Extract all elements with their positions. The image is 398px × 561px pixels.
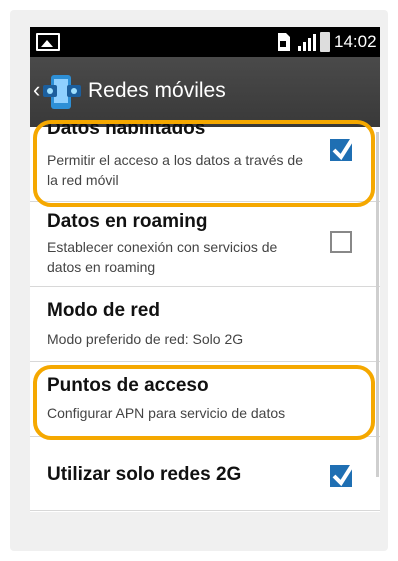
image-icon bbox=[36, 33, 60, 51]
checkbox-datos-habilitados[interactable] bbox=[330, 136, 355, 161]
page-title: Redes móviles bbox=[88, 79, 226, 102]
setting-title: Puntos de acceso bbox=[47, 375, 209, 396]
setting-title: Modo de red bbox=[47, 300, 160, 321]
status-time: 14:02 bbox=[334, 32, 377, 51]
checkbox-solo-2g[interactable] bbox=[330, 462, 355, 487]
setting-solo-2g[interactable]: Utilizar solo redes 2G bbox=[30, 437, 380, 511]
action-bar[interactable]: ‹ Redes móviles bbox=[30, 57, 380, 127]
setting-subtitle: Configurar APN para servicio de datos bbox=[47, 405, 286, 421]
mobile-networks-icon bbox=[43, 75, 81, 109]
sim-card-icon bbox=[278, 33, 290, 51]
setting-title: Utilizar solo redes 2G bbox=[47, 464, 242, 485]
checkmark-icon bbox=[332, 136, 355, 161]
checkbox-datos-roaming[interactable] bbox=[330, 231, 352, 253]
setting-subtitle: Establecer conexión con servicios de dat… bbox=[47, 239, 278, 275]
setting-subtitle: Modo preferido de red: Solo 2G bbox=[47, 331, 244, 347]
setting-title: Datos en roaming bbox=[47, 211, 208, 232]
setting-puntos-acceso[interactable]: Puntos de acceso Configurar APN para ser… bbox=[30, 362, 380, 437]
setting-datos-habilitados[interactable]: Datos habilitados Permitir el acceso a l… bbox=[30, 118, 380, 202]
setting-subtitle: Permitir el acceso a los datos a través … bbox=[47, 152, 304, 188]
setting-modo-red[interactable]: Modo de red Modo preferido de red: Solo … bbox=[30, 287, 380, 362]
setting-datos-roaming[interactable]: Datos en roaming Establecer conexión con… bbox=[30, 202, 380, 287]
signal-icon bbox=[298, 34, 316, 51]
checkmark-icon bbox=[332, 462, 355, 487]
battery-icon bbox=[320, 32, 330, 52]
scrollbar[interactable] bbox=[376, 132, 379, 477]
setting-title: Datos habilitados bbox=[47, 118, 206, 139]
status-bar: 14:02 bbox=[30, 27, 380, 57]
chevron-left-icon[interactable]: ‹ bbox=[33, 77, 40, 103]
phone-screen: 14:02 ‹ Redes móviles Datos habilitados … bbox=[30, 27, 380, 512]
